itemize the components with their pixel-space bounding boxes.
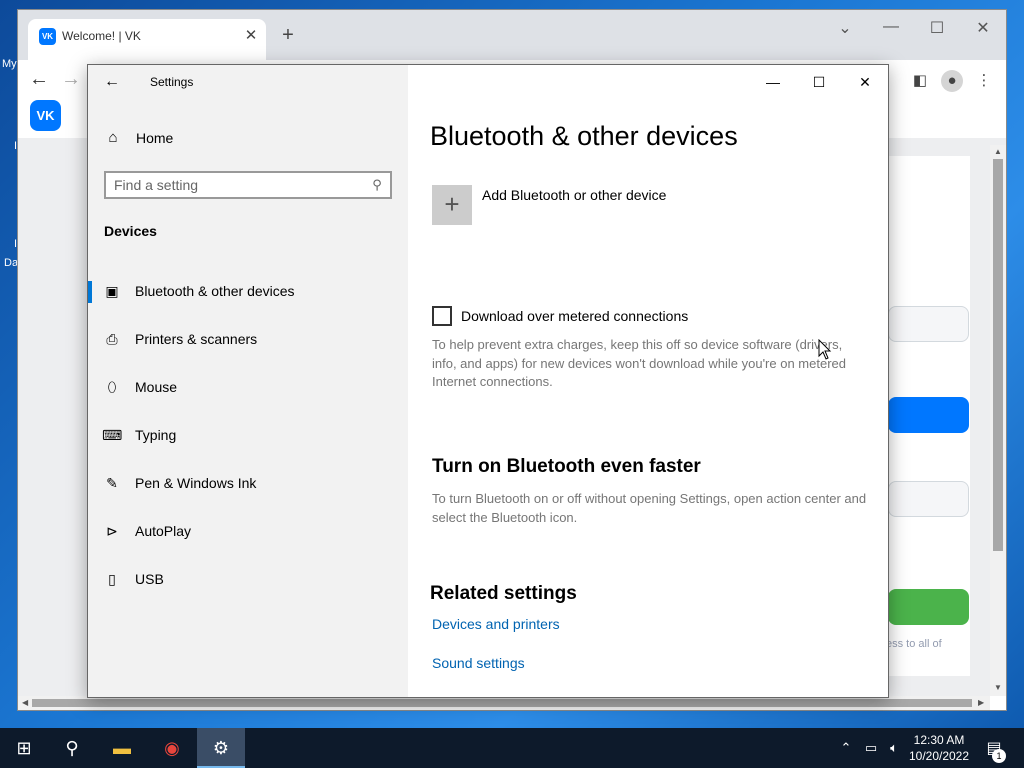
devices-and-printers-link[interactable]: Devices and printers [432, 616, 560, 632]
scroll-right-icon[interactable]: ▶ [978, 698, 984, 707]
autoplay-icon: ⊳ [106, 523, 118, 539]
scrollbar-thumb[interactable] [32, 699, 972, 707]
nav-section-title: Devices [104, 223, 157, 239]
new-tab-icon[interactable]: + [276, 23, 300, 47]
taskbar: ⊞ ⚲ ▬ ◉ ⚙ ⌃ ▭ 🔈︎ 12:30 AM 10/20/2022 ▤ 1 [0, 728, 1024, 768]
desktop-icon-label[interactable]: My [2, 58, 17, 70]
side-panel-icon[interactable]: ◧ [909, 70, 931, 92]
bluetooth-faster-description: To turn Bluetooth on or off without open… [432, 491, 867, 525]
desktop-icon-label[interactable]: I [14, 238, 17, 250]
vk-favicon-icon: VK [39, 28, 56, 45]
bluetooth-faster-title: Turn on Bluetooth even faster [432, 456, 701, 477]
scroll-left-icon[interactable]: ◀ [22, 698, 28, 707]
settings-content-pane: — ☐ ✕ Bluetooth & other devices + Add Bl… [408, 65, 888, 697]
taskbar-clock[interactable]: 12:30 AM 10/20/2022 [900, 732, 978, 764]
vk-logo-icon[interactable]: VK [30, 100, 61, 131]
sound-settings-link[interactable]: Sound settings [432, 655, 525, 671]
vertical-scrollbar[interactable]: ▲ ▼ [990, 145, 1006, 696]
nav-item-label: Printers & scanners [135, 331, 258, 347]
metered-connections-label[interactable]: Download over metered connections [461, 308, 688, 324]
clock-date: 10/20/2022 [908, 749, 970, 763]
related-settings-title: Related settings [430, 583, 577, 604]
nav-item-printers[interactable]: ⎙ Printers & scanners [88, 319, 408, 359]
scroll-down-icon[interactable]: ▼ [994, 683, 1002, 692]
search-icon[interactable]: ⚲ [368, 176, 386, 194]
nav-item-label: AutoPlay [135, 523, 192, 539]
vk-secondary-field[interactable] [888, 481, 969, 517]
nav-item-label: Pen & Windows Ink [135, 475, 257, 491]
search-input[interactable] [114, 176, 354, 194]
page-title: Bluetooth & other devices [430, 121, 738, 151]
desktop-icon-label[interactable]: Da [4, 257, 18, 269]
windows-start-icon[interactable]: ⊞ [0, 728, 48, 768]
settings-nav-pane: ← Settings ⌂ Home ⚲ Devices ▣ Bluetooth … [88, 65, 408, 697]
nav-item-bluetooth[interactable]: ▣ Bluetooth & other devices [88, 271, 408, 311]
pen-icon: ✎ [106, 475, 118, 491]
search-icon[interactable]: ⚲ [48, 728, 96, 768]
nav-item-autoplay[interactable]: ⊳ AutoPlay [88, 511, 408, 551]
vk-footnote-text: ess to all of [886, 638, 942, 650]
back-arrow-icon[interactable]: ← [102, 71, 122, 93]
chevron-up-icon[interactable]: ⌃ [836, 740, 856, 756]
home-icon: ⌂ [108, 129, 118, 146]
minimize-icon[interactable]: — [876, 18, 906, 36]
tab-search-icon[interactable]: ⌄ [830, 18, 860, 38]
metered-connections-checkbox[interactable] [432, 306, 452, 326]
vk-input-field[interactable] [888, 306, 969, 342]
nav-item-label: Typing [135, 427, 177, 443]
file-explorer-icon[interactable]: ▬ [98, 728, 146, 768]
vk-register-button[interactable] [888, 589, 969, 625]
vk-signin-button[interactable] [888, 397, 969, 433]
plus-icon: + [432, 185, 472, 225]
desktop-icon-label[interactable]: I [14, 140, 17, 152]
add-device-button[interactable]: + Add Bluetooth or other device [432, 183, 792, 227]
close-window-icon[interactable]: ✕ [842, 69, 888, 95]
scroll-up-icon[interactable]: ▲ [994, 147, 1002, 156]
nav-home-label: Home [136, 130, 174, 146]
chrome-tab-strip: VK Welcome! | VK ✕ + ⌄ — ☐ ✕ [18, 10, 1006, 60]
settings-app-title: Settings [150, 75, 194, 89]
settings-search-box[interactable]: ⚲ [104, 171, 392, 199]
maximize-icon[interactable]: ☐ [922, 18, 952, 38]
settings-window: ← Settings ⌂ Home ⚲ Devices ▣ Bluetooth … [87, 64, 889, 698]
printer-icon: ⎙ [106, 331, 118, 347]
close-icon[interactable]: ✕ [242, 26, 260, 44]
profile-avatar-icon[interactable]: ● [941, 70, 963, 92]
nav-item-typing[interactable]: ⌨ Typing [88, 415, 408, 455]
keyboard-icon: ⌨ [102, 427, 123, 443]
nav-item-label: USB [135, 571, 164, 587]
bluetooth-device-icon: ▣ [105, 283, 119, 299]
close-window-icon[interactable]: ✕ [968, 18, 998, 38]
nav-item-mouse[interactable]: ⬯ Mouse [88, 367, 408, 407]
nav-item-pen[interactable]: ✎ Pen & Windows Ink [88, 463, 408, 503]
usb-icon: ▯ [108, 571, 116, 587]
more-menu-icon[interactable]: ⋮ [973, 70, 995, 92]
add-device-label: Add Bluetooth or other device [482, 187, 667, 203]
chrome-tab-title: Welcome! | VK [62, 29, 141, 43]
horizontal-scrollbar[interactable]: ◀ ▶ [18, 696, 990, 710]
forward-arrow-icon[interactable]: → [58, 68, 84, 91]
settings-gear-icon[interactable]: ⚙ [197, 728, 245, 768]
nav-item-label: Mouse [135, 379, 178, 395]
maximize-icon[interactable]: ☐ [796, 69, 842, 95]
chrome-icon[interactable]: ◉ [148, 728, 196, 768]
network-icon[interactable]: ▭ [861, 740, 881, 756]
mouse-icon: ⬯ [107, 379, 117, 395]
metered-description: To help prevent extra charges, keep this… [432, 337, 846, 389]
back-arrow-icon[interactable]: ← [26, 68, 52, 91]
scrollbar-thumb[interactable] [993, 159, 1003, 551]
chrome-tab[interactable]: VK Welcome! | VK ✕ [28, 19, 266, 60]
notification-count-badge: 1 [992, 749, 1006, 763]
clock-time: 12:30 AM [913, 733, 965, 747]
mouse-cursor-icon [818, 339, 832, 360]
nav-item-label: Bluetooth & other devices [135, 283, 295, 299]
metered-connections-checkbox-row[interactable]: Download over metered connections [432, 306, 792, 328]
nav-item-usb[interactable]: ▯ USB [88, 559, 408, 599]
minimize-icon[interactable]: — [750, 69, 796, 95]
